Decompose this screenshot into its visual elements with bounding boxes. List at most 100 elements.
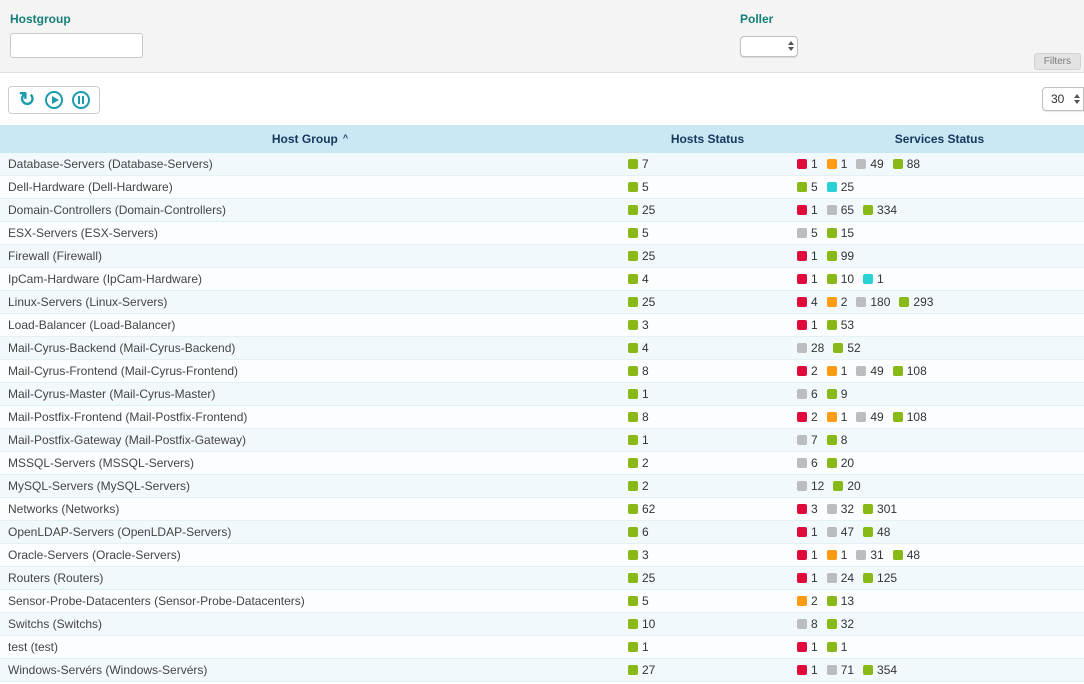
status-badge[interactable]: 25 <box>628 249 655 263</box>
status-badge[interactable]: 3 <box>797 502 818 516</box>
status-badge[interactable]: 7 <box>797 433 818 447</box>
status-badge[interactable]: 293 <box>899 295 933 309</box>
status-badge[interactable]: 48 <box>893 548 920 562</box>
status-badge[interactable]: 1 <box>628 387 649 401</box>
status-badge[interactable]: 1 <box>797 318 818 332</box>
status-badge[interactable]: 88 <box>893 157 920 171</box>
status-badge[interactable]: 28 <box>797 341 824 355</box>
status-badge[interactable]: 20 <box>827 456 854 470</box>
status-badge[interactable]: 1 <box>797 249 818 263</box>
status-badge[interactable]: 4 <box>628 272 649 286</box>
status-badge[interactable]: 52 <box>833 341 860 355</box>
status-count: 65 <box>841 203 854 217</box>
status-badge[interactable]: 12 <box>797 479 824 493</box>
status-badge[interactable]: 49 <box>856 364 883 378</box>
status-badge[interactable]: 1 <box>827 157 848 171</box>
status-badge[interactable]: 1 <box>628 640 649 654</box>
status-badge[interactable]: 301 <box>863 502 897 516</box>
filters-button[interactable]: Filters <box>1034 53 1081 70</box>
hostgroup-input[interactable] <box>10 33 143 58</box>
status-badge[interactable]: 15 <box>827 226 854 240</box>
status-badge[interactable]: 25 <box>628 571 655 585</box>
status-badge[interactable]: 5 <box>628 594 649 608</box>
pause-button[interactable] <box>71 90 91 110</box>
status-badge[interactable]: 65 <box>827 203 854 217</box>
status-badge[interactable]: 1 <box>827 364 848 378</box>
status-badge[interactable]: 6 <box>797 456 818 470</box>
status-badge[interactable]: 1 <box>797 571 818 585</box>
status-badge[interactable]: 25 <box>827 180 854 194</box>
status-badge[interactable]: 1 <box>827 548 848 562</box>
status-badge[interactable]: 47 <box>827 525 854 539</box>
status-badge[interactable]: 71 <box>827 663 854 677</box>
status-badge[interactable]: 7 <box>628 157 649 171</box>
status-badge[interactable]: 1 <box>797 548 818 562</box>
status-badge[interactable]: 9 <box>827 387 848 401</box>
status-badge[interactable]: 3 <box>628 548 649 562</box>
status-badge[interactable]: 2 <box>797 410 818 424</box>
status-badge[interactable]: 2 <box>628 456 649 470</box>
status-badge[interactable]: 8 <box>628 410 649 424</box>
status-badge[interactable]: 49 <box>856 157 883 171</box>
status-badge[interactable]: 1 <box>863 272 884 286</box>
hostgroup-name: Mail-Postfix-Frontend (Mail-Postfix-Fron… <box>0 410 620 424</box>
status-badge[interactable]: 1 <box>628 433 649 447</box>
status-count: 99 <box>841 249 854 263</box>
status-badge[interactable]: 10 <box>827 272 854 286</box>
status-badge[interactable]: 1 <box>797 640 818 654</box>
status-badge[interactable]: 2 <box>827 295 848 309</box>
play-button[interactable] <box>44 90 64 110</box>
status-badge[interactable]: 1 <box>797 272 818 286</box>
refresh-button[interactable]: ↻ <box>17 90 37 110</box>
status-badge[interactable]: 4 <box>628 341 649 355</box>
hostgroup-name: Mail-Cyrus-Master (Mail-Cyrus-Master) <box>0 387 620 401</box>
status-badge[interactable]: 5 <box>628 180 649 194</box>
poller-select[interactable] <box>740 36 798 57</box>
page-size-select[interactable]: 30 <box>1042 87 1084 111</box>
status-badge[interactable]: 354 <box>863 663 897 677</box>
status-badge[interactable]: 48 <box>863 525 890 539</box>
status-badge[interactable]: 13 <box>827 594 854 608</box>
status-badge[interactable]: 1 <box>797 203 818 217</box>
services-status-cell: 78 <box>795 433 1084 448</box>
status-badge[interactable]: 99 <box>827 249 854 263</box>
status-badge[interactable]: 3 <box>628 318 649 332</box>
status-badge[interactable]: 27 <box>628 663 655 677</box>
status-badge[interactable]: 49 <box>856 410 883 424</box>
column-header-hostgroup[interactable]: Host Group^ <box>0 132 620 146</box>
status-badge[interactable]: 108 <box>893 364 927 378</box>
status-badge[interactable]: 20 <box>833 479 860 493</box>
status-count: 5 <box>811 180 818 194</box>
status-badge[interactable]: 108 <box>893 410 927 424</box>
status-badge[interactable]: 32 <box>827 502 854 516</box>
status-badge[interactable]: 6 <box>628 525 649 539</box>
status-badge[interactable]: 8 <box>797 617 818 631</box>
status-badge[interactable]: 1 <box>797 663 818 677</box>
status-badge[interactable]: 62 <box>628 502 655 516</box>
status-badge[interactable]: 1 <box>797 157 818 171</box>
status-count: 32 <box>841 617 854 631</box>
status-badge[interactable]: 2 <box>797 364 818 378</box>
status-badge[interactable]: 25 <box>628 295 655 309</box>
status-badge[interactable]: 2 <box>797 594 818 608</box>
status-badge[interactable]: 25 <box>628 203 655 217</box>
status-badge[interactable]: 334 <box>863 203 897 217</box>
status-badge[interactable]: 125 <box>863 571 897 585</box>
status-badge[interactable]: 1 <box>797 525 818 539</box>
status-badge[interactable]: 32 <box>827 617 854 631</box>
status-badge[interactable]: 31 <box>856 548 883 562</box>
status-badge[interactable]: 10 <box>628 617 655 631</box>
status-badge[interactable]: 4 <box>797 295 818 309</box>
status-badge[interactable]: 8 <box>628 364 649 378</box>
status-badge[interactable]: 180 <box>856 295 890 309</box>
status-badge[interactable]: 53 <box>827 318 854 332</box>
status-badge[interactable]: 1 <box>827 410 848 424</box>
status-badge[interactable]: 24 <box>827 571 854 585</box>
status-badge[interactable]: 5 <box>797 226 818 240</box>
status-badge[interactable]: 5 <box>628 226 649 240</box>
status-badge[interactable]: 1 <box>827 640 848 654</box>
status-badge[interactable]: 5 <box>797 180 818 194</box>
status-badge[interactable]: 8 <box>827 433 848 447</box>
status-badge[interactable]: 2 <box>628 479 649 493</box>
status-badge[interactable]: 6 <box>797 387 818 401</box>
